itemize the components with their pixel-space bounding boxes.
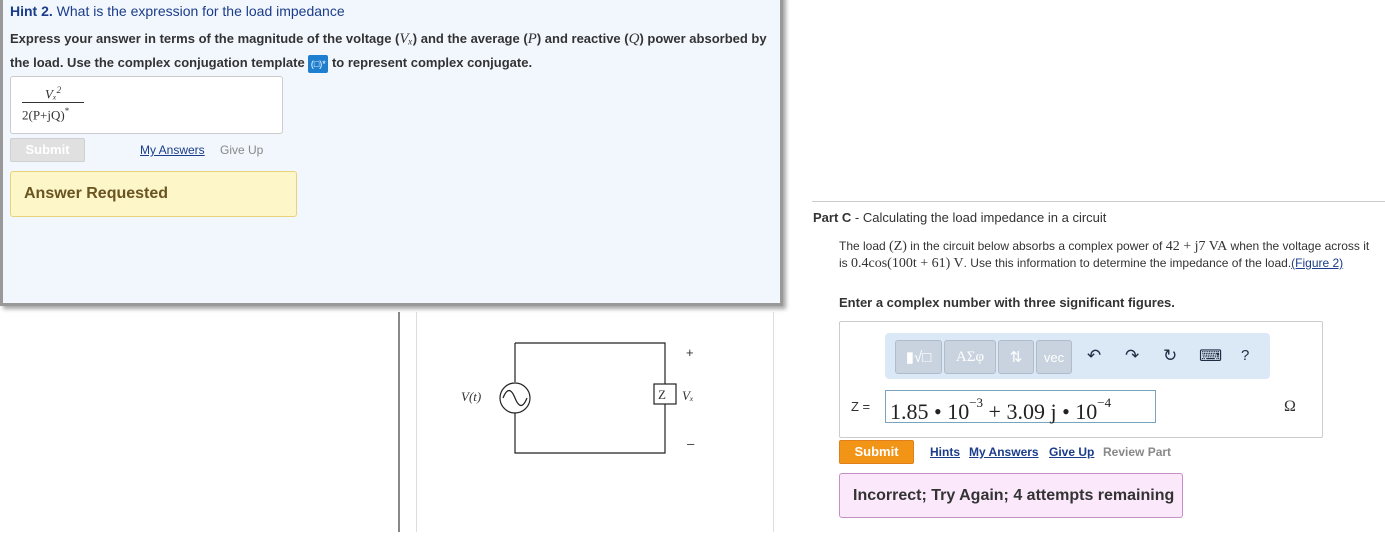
- review-part-link[interactable]: Review Part: [1103, 445, 1171, 459]
- hints-link[interactable]: Hints: [930, 445, 960, 459]
- fraction-bar: [22, 102, 84, 103]
- impedance-answer-input[interactable]: 1.85 • 10−3 + 3.09 j • 10−4: [885, 390, 1156, 424]
- part-c-my-answers-link[interactable]: My Answers: [969, 445, 1039, 459]
- hint-instructions: Express your answer in terms of the magn…: [10, 27, 770, 74]
- part-c-description: The load (Z) in the circuit below absorb…: [839, 239, 1370, 271]
- part-divider: [812, 201, 1385, 202]
- hint-number: Hint 2.: [10, 3, 53, 19]
- wire-bottom: [514, 404, 666, 454]
- vec-button[interactable]: vec: [1036, 340, 1072, 374]
- ohm-unit: Ω: [1284, 398, 1296, 415]
- answer-instruction: Enter a complex number with three signif…: [839, 295, 1175, 310]
- answer-denominator: 2(P+jQ)*: [22, 106, 70, 123]
- hint-answer-display: Vₓ2 2(P+jQ)*: [10, 76, 283, 134]
- hint-my-answers-link[interactable]: My Answers: [140, 143, 205, 157]
- wire-top: [515, 342, 666, 384]
- circuit-figure: [416, 312, 774, 532]
- part-c-give-up-link[interactable]: Give Up: [1049, 445, 1094, 459]
- reset-icon[interactable]: ↻: [1163, 346, 1177, 366]
- part-c-submit-button[interactable]: Submit: [839, 440, 914, 464]
- plus-sign: +: [686, 345, 694, 360]
- keyboard-icon[interactable]: ⌨: [1199, 346, 1222, 366]
- hint-give-up-link[interactable]: Give Up: [220, 143, 263, 157]
- circuit-diagram: [499, 342, 677, 454]
- part-c-title: Calculating the load impedance in a circ…: [862, 210, 1107, 225]
- conjugate-template-icon: (□)*: [308, 54, 329, 73]
- part-c-heading: Part C - Calculating the load impedance …: [813, 210, 1107, 225]
- answer-numerator: Vₓ2: [45, 85, 62, 102]
- templates-button[interactable]: ▮√□: [895, 340, 942, 374]
- load-label: Z: [658, 387, 666, 402]
- minus-sign: –: [687, 436, 695, 451]
- math-toolbar: ▮√□ ΑΣφ ⇅ vec ↶ ↷ ↻ ⌨ ?: [885, 333, 1270, 379]
- figure-link[interactable]: (Figure 2): [1291, 256, 1343, 270]
- answer-requested-banner: Answer Requested: [10, 171, 297, 217]
- voltage-label: Vₓ: [682, 388, 694, 403]
- hint-submit-button[interactable]: Submit: [10, 138, 85, 162]
- left-panel-background: [0, 312, 400, 532]
- part-c-label: Part C: [813, 210, 852, 225]
- hint-dialog: Hint 2. What is the expression for the l…: [0, 0, 783, 306]
- incorrect-feedback: Incorrect; Try Again; 4 attempts remaini…: [839, 473, 1183, 518]
- arrows-button[interactable]: ⇅: [998, 340, 1034, 374]
- source-label: V(t): [461, 389, 482, 404]
- z-label: Z =: [851, 399, 871, 414]
- greek-button[interactable]: ΑΣφ: [944, 340, 996, 374]
- hint-title: Hint 2. What is the expression for the l…: [10, 3, 345, 19]
- help-icon[interactable]: ?: [1241, 347, 1249, 364]
- redo-icon[interactable]: ↷: [1125, 346, 1139, 366]
- undo-icon[interactable]: ↶: [1087, 346, 1101, 366]
